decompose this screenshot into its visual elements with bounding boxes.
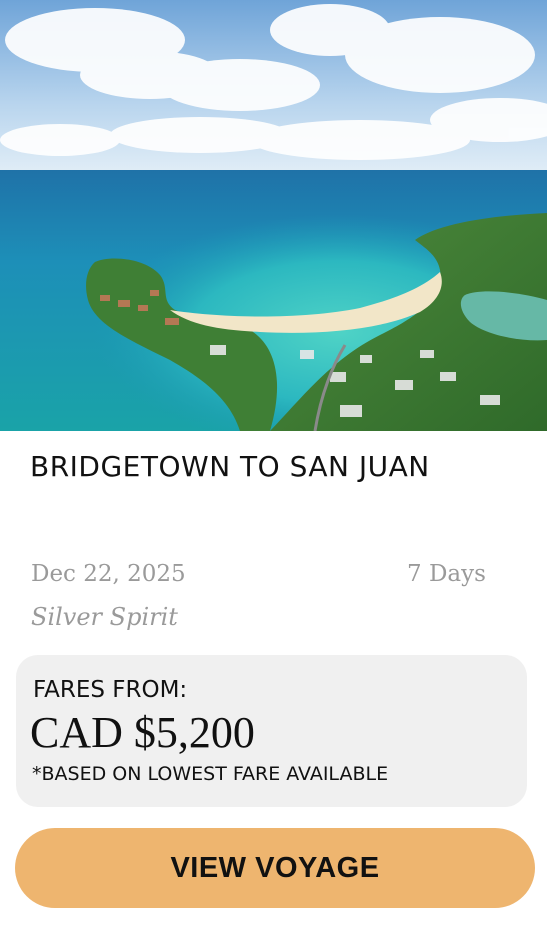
departure-date: Dec 22, 2025 [31,561,186,587]
voyage-duration: 7 Days [407,561,486,587]
fare-disclaimer: *BASED ON LOWEST FARE AVAILABLE [32,763,389,785]
view-voyage-button[interactable]: VIEW VOYAGE [15,828,535,908]
voyage-title: BRIDGETOWN TO SAN JUAN [30,450,430,483]
ship-name: Silver Spirit [31,603,178,631]
fare-panel: FARES FROM: CAD $5,200 *BASED ON LOWEST … [16,655,527,807]
fare-label: FARES FROM: [33,677,188,703]
destination-photo [0,0,547,431]
fare-price: CAD $5,200 [30,708,255,757]
